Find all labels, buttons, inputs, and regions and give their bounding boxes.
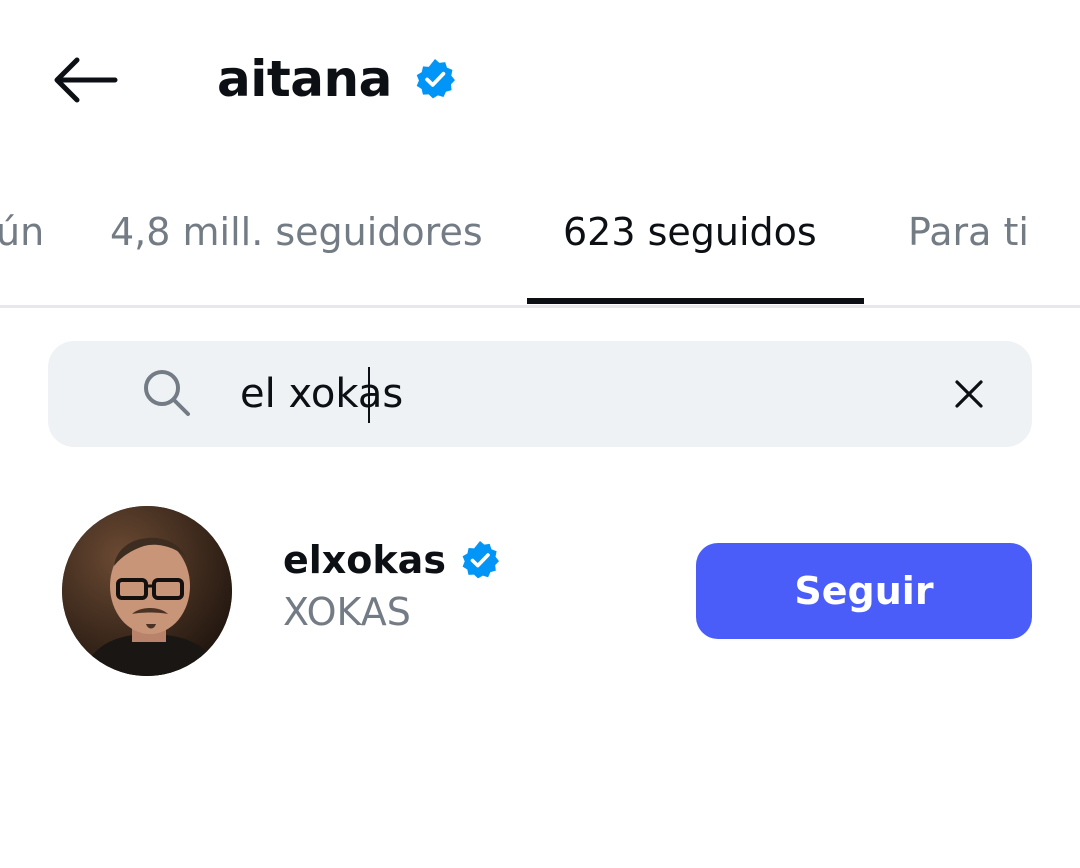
profile-header: aitana [217,44,456,114]
active-tab-indicator [527,298,864,304]
follow-tabs: ún 4,8 mill. seguidores 623 seguidos Par… [0,190,1080,308]
username[interactable]: elxokas [283,538,446,582]
text-cursor [368,367,370,423]
follow-button[interactable]: Seguir [696,543,1032,639]
back-button[interactable] [44,48,124,112]
search-input[interactable] [240,359,940,429]
tab-for-you[interactable]: Para ti [908,210,1029,254]
following-screen: aitana ún 4,8 mill. seguidores 623 segui… [0,0,1080,868]
user-list-item[interactable]: elxokas XOKAS Seguir [0,490,1080,690]
search-bar [48,341,1032,447]
avatar-image [62,506,232,676]
search-icon [144,370,190,416]
arrow-left-icon [54,57,118,103]
tab-followers[interactable]: 4,8 mill. seguidores [110,210,483,254]
profile-title: aitana [217,50,392,108]
username-line: elxokas [283,534,500,586]
tab-following[interactable]: 623 seguidos [563,210,817,254]
verified-badge-icon [462,541,499,579]
full-name: XOKAS [283,590,411,634]
avatar[interactable] [62,506,232,676]
close-icon [955,380,983,408]
clear-search-button[interactable] [944,369,994,419]
verified-badge-icon [416,59,455,99]
tab-mutual[interactable]: ún [0,210,44,254]
